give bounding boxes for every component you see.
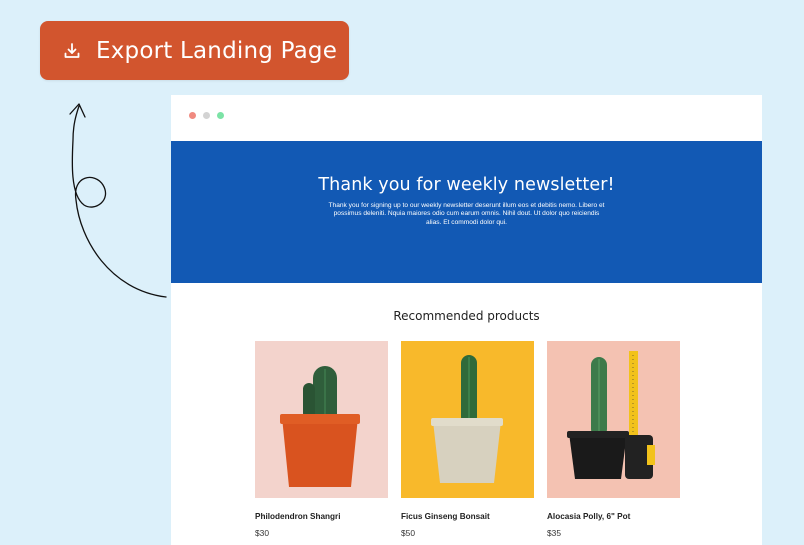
product-list: Philodendron Shangri $30 Ficus Ginseng B… <box>255 341 680 538</box>
window-dot-minimize <box>203 112 210 119</box>
product-card[interactable]: Alocasia Polly, 6" Pot $35 <box>547 341 680 538</box>
product-price: $35 <box>547 528 561 538</box>
landing-page-preview: Thank you for weekly newsletter! Thank y… <box>171 95 762 545</box>
product-price: $50 <box>401 528 415 538</box>
product-image[interactable] <box>547 341 680 498</box>
product-card[interactable]: Ficus Ginseng Bonsait $50 <box>401 341 534 538</box>
product-name[interactable]: Philodendron Shangri <box>255 512 388 521</box>
export-landing-page-button[interactable]: Export Landing Page <box>40 21 349 80</box>
download-icon <box>62 41 82 61</box>
window-controls <box>189 112 224 119</box>
window-dot-maximize <box>217 112 224 119</box>
product-image[interactable] <box>255 341 388 498</box>
product-name[interactable]: Ficus Ginseng Bonsait <box>401 512 534 521</box>
product-card[interactable]: Philodendron Shangri $30 <box>255 341 388 538</box>
window-dot-close <box>189 112 196 119</box>
product-name[interactable]: Alocasia Polly, 6" Pot <box>547 512 680 521</box>
hero-title: Thank you for weekly newsletter! <box>318 175 615 195</box>
hero-banner: Thank you for weekly newsletter! Thank y… <box>171 141 762 283</box>
export-button-label: Export Landing Page <box>96 37 338 64</box>
hero-body: Thank you for signing up to our weekly n… <box>328 202 605 226</box>
recommended-title: Recommended products <box>393 309 540 323</box>
product-price: $30 <box>255 528 269 538</box>
product-image[interactable] <box>401 341 534 498</box>
